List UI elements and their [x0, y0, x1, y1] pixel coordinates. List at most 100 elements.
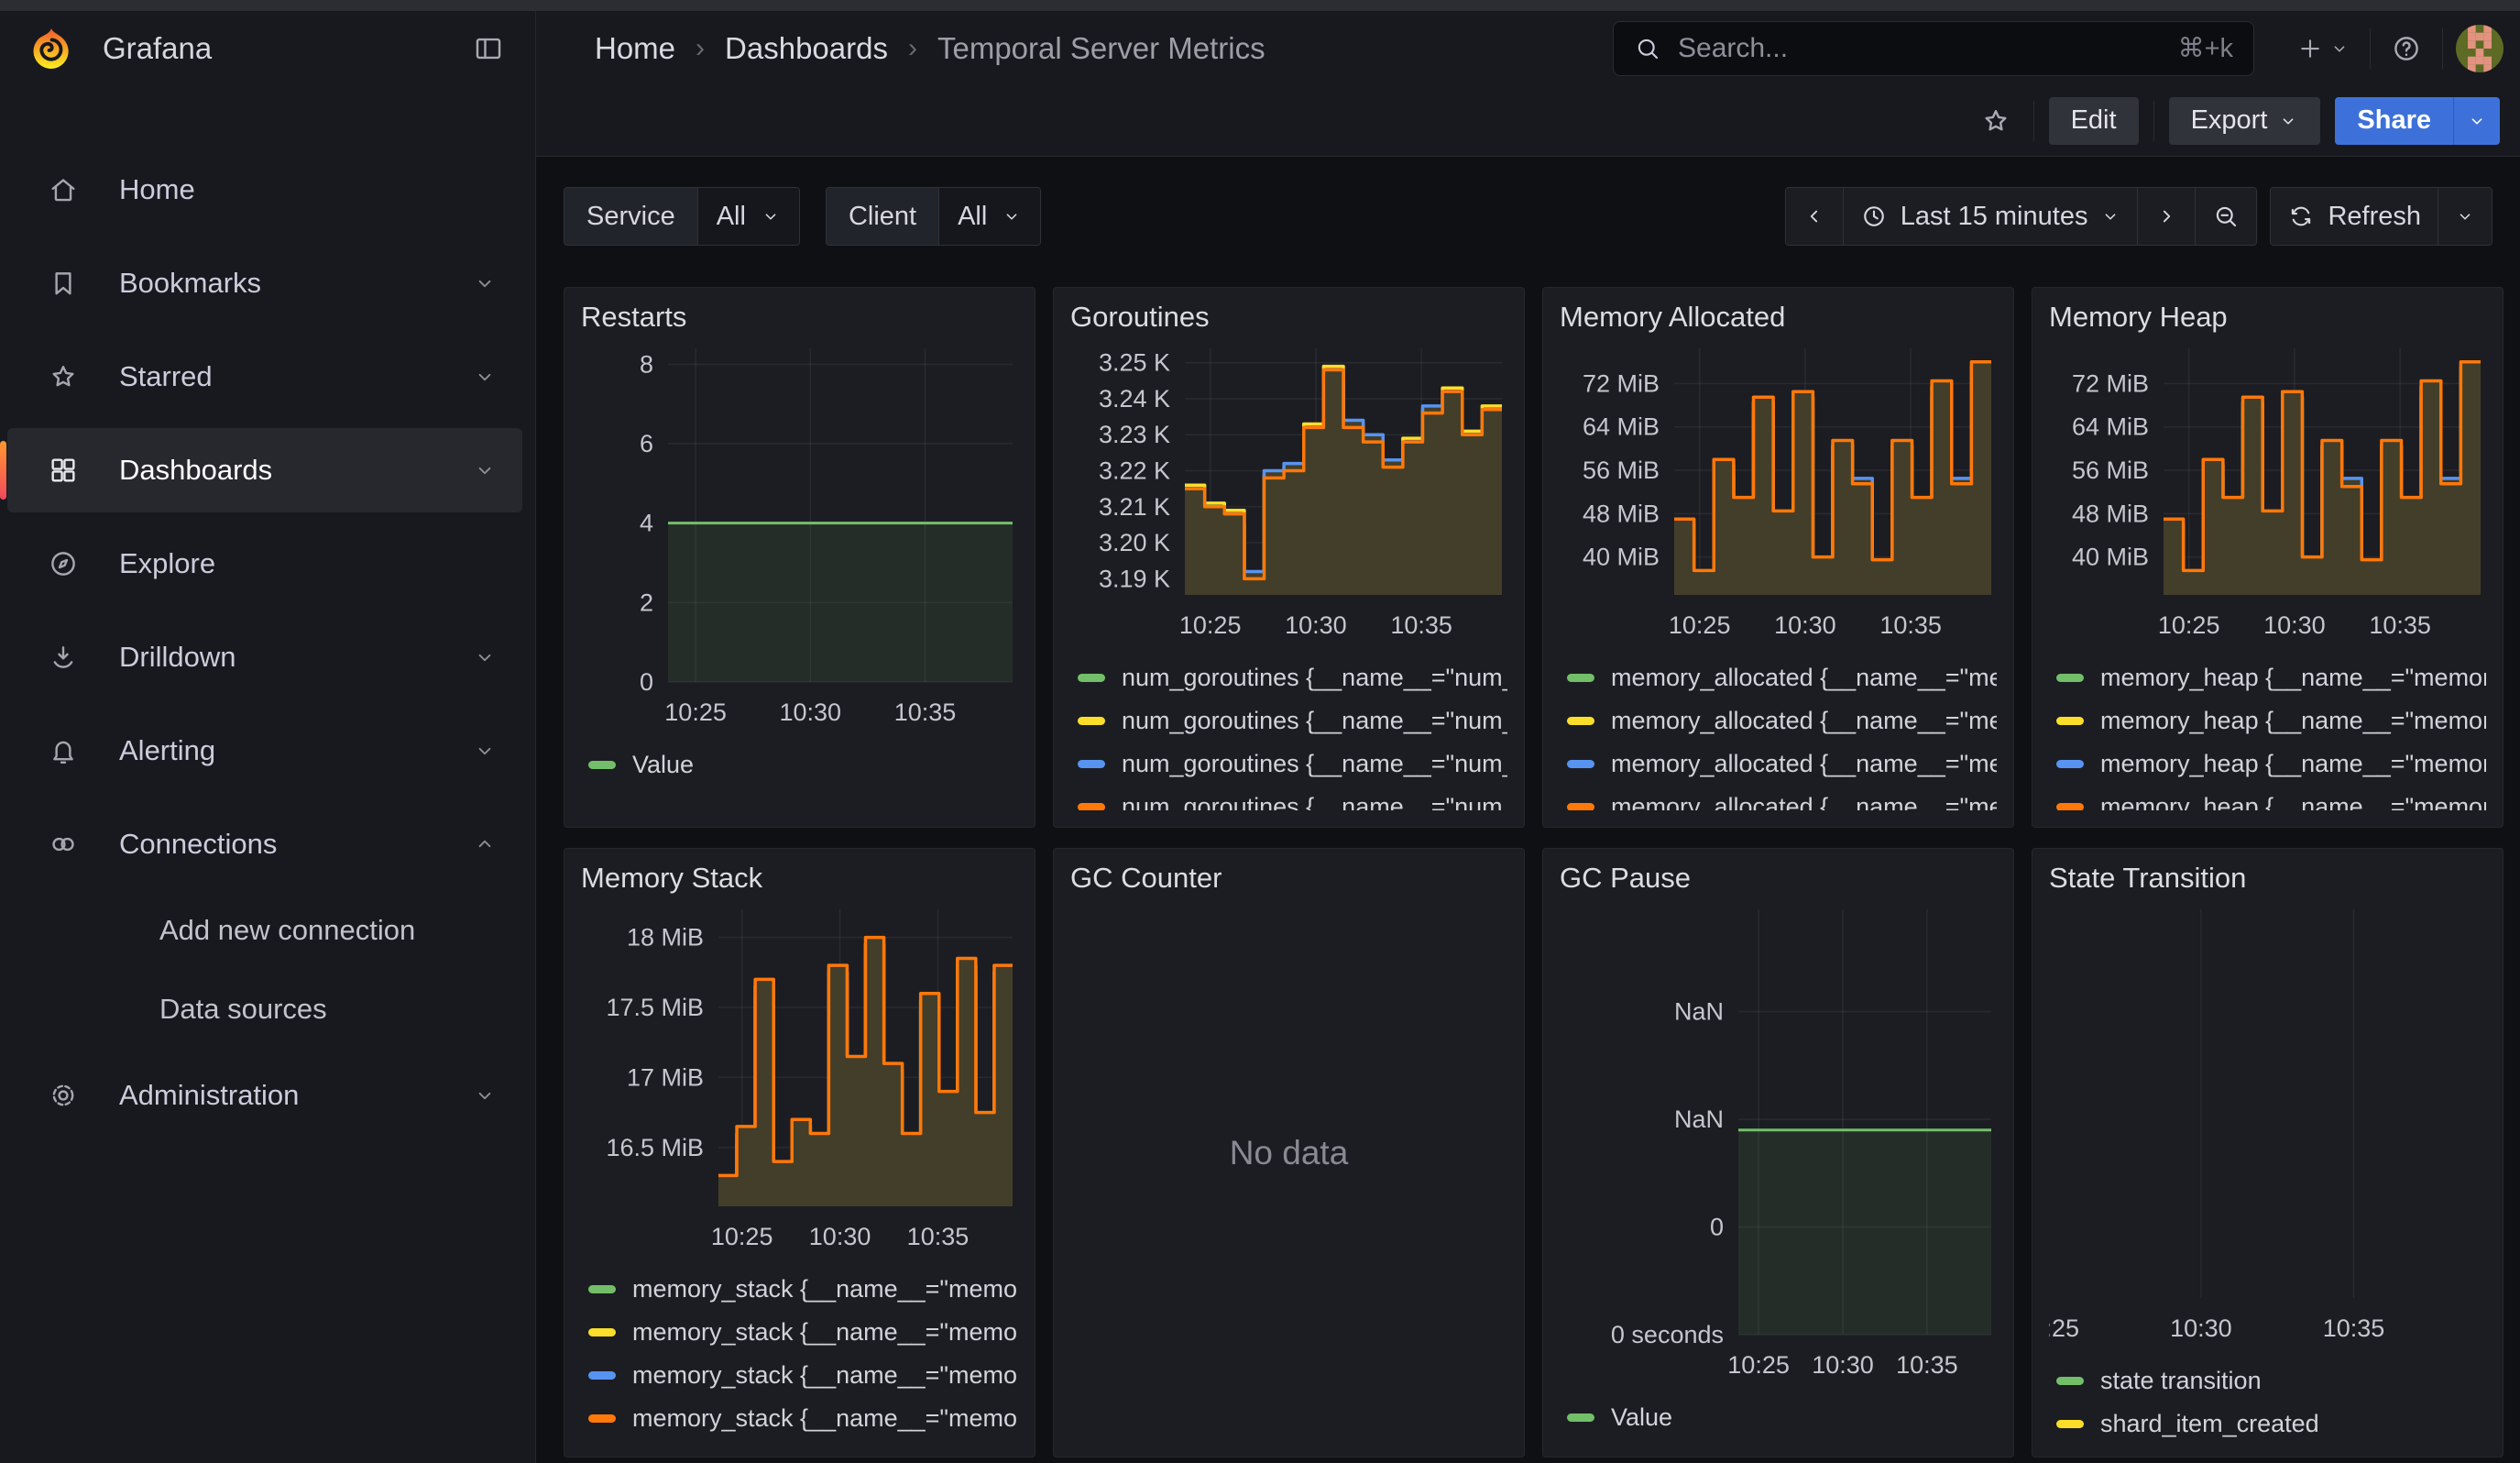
legend-color [1078, 803, 1105, 810]
time-picker-group: Last 15 minutes [1785, 187, 2258, 246]
edit-button[interactable]: Edit [2049, 97, 2139, 145]
legend-item[interactable]: memory_allocated {__name__="memo [1560, 742, 1997, 786]
sidebar-item-data-sources[interactable]: Data sources [7, 974, 522, 1044]
legend-item[interactable]: num_goroutines {__name__="num_go [1070, 786, 1507, 810]
legend-item[interactable]: memory_allocated {__name__="memo [1560, 699, 1997, 742]
zoom-out-time-button[interactable] [2196, 188, 2256, 245]
panel-title[interactable]: Goroutines [1070, 301, 1507, 334]
time-shift-forward-button[interactable] [2138, 188, 2196, 245]
legend-color [588, 1414, 616, 1423]
chart-memory-heap[interactable]: 40 MiB48 MiB56 MiB64 MiB72 MiB10:2510:30… [2049, 343, 2488, 646]
legend-item[interactable]: memory_heap {__name__="memory_h [2049, 699, 2486, 742]
legend-item[interactable]: memory_heap {__name__="memory_h [2049, 786, 2486, 810]
link-icon [48, 829, 79, 860]
chevron-up-icon [473, 832, 497, 856]
user-avatar[interactable] [2456, 25, 2504, 72]
template-variable-filters: ServiceAllClientAll [564, 187, 1041, 246]
chart-memory-allocated[interactable]: 40 MiB48 MiB56 MiB64 MiB72 MiB10:2510:30… [1560, 343, 1999, 646]
legend-label: memory_heap {__name__="memory_h [2100, 664, 2486, 692]
panel-title[interactable]: Memory Stack [581, 862, 1018, 895]
sidebar-item-explore[interactable]: Explore [7, 522, 522, 606]
svg-text:64 MiB: 64 MiB [1583, 413, 1660, 441]
svg-text:72 MiB: 72 MiB [1583, 369, 1660, 397]
favorite-star-button[interactable] [1973, 98, 2019, 144]
panel-title[interactable]: Memory Allocated [1560, 301, 1997, 334]
legend-item[interactable]: Value [581, 743, 1018, 786]
share-button[interactable]: Share [2335, 97, 2453, 145]
search-input[interactable] [1676, 32, 2164, 65]
sidebar-item-home[interactable]: Home [7, 148, 522, 232]
chart-gc-pause[interactable]: 0 seconds0NaNNaN10:2510:3010:35 [1560, 904, 1999, 1386]
chart-goroutines[interactable]: 3.19 K3.20 K3.21 K3.22 K3.23 K3.24 K3.25… [1070, 343, 1509, 646]
legend-item[interactable]: num_goroutines {__name__="num_go [1070, 742, 1507, 786]
panel-title[interactable]: GC Counter [1070, 862, 1507, 895]
sidebar-item-starred[interactable]: Starred [7, 335, 522, 419]
filter-value-dropdown[interactable]: All [938, 188, 1040, 245]
sidebar-item-connections[interactable]: Connections [7, 802, 522, 886]
sidebar-item-label: Starred [119, 360, 213, 393]
time-shift-back-button[interactable] [1786, 188, 1844, 245]
refresh-interval-button[interactable] [2438, 188, 2492, 245]
legend-item[interactable]: num_goroutines {__name__="num_go [1070, 656, 1507, 699]
legend-item[interactable]: memory_stack {__name__="memory_s [581, 1311, 1018, 1354]
legend-item[interactable]: memory_stack {__name__="memory_s [581, 1397, 1018, 1440]
panel-title[interactable]: Restarts [581, 301, 1018, 334]
svg-text:10:30: 10:30 [2170, 1314, 2232, 1342]
svg-text:NaN: NaN [1674, 1106, 1724, 1133]
grafana-logo-icon[interactable] [27, 25, 75, 72]
filter-value-dropdown[interactable]: All [697, 188, 799, 245]
sidebar-item-label: Dashboards [119, 454, 272, 487]
cog-icon [48, 1080, 79, 1111]
add-new-button[interactable] [2289, 28, 2357, 70]
legend-item[interactable]: memory_allocated {__name__="memo [1560, 656, 1997, 699]
chevron-down-icon [1002, 206, 1022, 226]
sidebar-item-drilldown[interactable]: Drilldown [7, 615, 522, 699]
legend-item[interactable]: memory_stack {__name__="memory_s [581, 1268, 1018, 1311]
sidebar-item-add-new-connection[interactable]: Add new connection [7, 896, 522, 965]
dock-panel-icon [473, 33, 504, 64]
search-box[interactable]: ⌘+k [1613, 21, 2254, 76]
chart-memory-stack[interactable]: 16.5 MiB17 MiB17.5 MiB18 MiB10:2510:3010… [581, 904, 1020, 1258]
zoom-out-icon [2212, 203, 2240, 230]
legend-item[interactable]: shard_item_created [2049, 1402, 2486, 1446]
legend-item[interactable]: memory_heap {__name__="memory_h [2049, 656, 2486, 699]
refresh-button[interactable]: Refresh [2271, 188, 2438, 245]
bookmark-icon [48, 268, 79, 299]
legend-item[interactable]: memory_allocated {__name__="memo [1560, 786, 1997, 810]
share-menu-button[interactable] [2453, 97, 2500, 145]
help-button[interactable] [2383, 26, 2429, 72]
legend-color [1567, 1414, 1594, 1422]
legend-item[interactable]: num_goroutines {__name__="num_go [1070, 699, 1507, 742]
sidebar-item-dashboards[interactable]: Dashboards [7, 428, 522, 512]
clock-icon [1860, 203, 1888, 230]
no-data-message: No data [1054, 1134, 1524, 1172]
legend-color [1078, 717, 1105, 725]
panel-title[interactable]: Memory Heap [2049, 301, 2486, 334]
svg-text:10:25: 10:25 [2158, 611, 2220, 639]
export-button[interactable]: Export [2169, 97, 2321, 145]
time-range-picker[interactable]: Last 15 minutes [1844, 188, 2139, 245]
legend-item[interactable]: state transition [2049, 1359, 2486, 1402]
header-brand-section: Grafana [0, 11, 536, 85]
svg-text:10:35: 10:35 [2323, 1314, 2385, 1342]
chart-state-transition[interactable]: 10:2510:3010:35 [2049, 904, 2488, 1349]
chart-restarts[interactable]: 0246810:2510:3010:35 [581, 343, 1020, 733]
panel-title[interactable]: GC Pause [1560, 862, 1997, 895]
breadcrumb-dashboards[interactable]: Dashboards [725, 31, 888, 66]
breadcrumb-home[interactable]: Home [595, 31, 675, 66]
legend: memory_stack {__name__="memory_smemory_s… [581, 1268, 1018, 1440]
legend-item[interactable]: memory_heap {__name__="memory_h [2049, 742, 2486, 786]
legend-item[interactable]: memory_stack {__name__="memory_s [581, 1354, 1018, 1397]
panel-title[interactable]: State Transition [2049, 862, 2486, 895]
svg-text:4: 4 [640, 510, 653, 537]
sidebar-item-label: Add new connection [159, 914, 415, 947]
sidebar-item-administration[interactable]: Administration [7, 1053, 522, 1138]
sidebar-toggle-button[interactable] [466, 26, 511, 72]
panel-state-transition: State Transition10:2510:3010:35state tra… [2032, 848, 2504, 1458]
chevron-down-icon [2467, 111, 2487, 131]
legend-item[interactable]: Value [1560, 1396, 1997, 1439]
legend-label: num_goroutines {__name__="num_go [1122, 750, 1507, 778]
sidebar-item-alerting[interactable]: Alerting [7, 709, 522, 793]
sidebar-item-bookmarks[interactable]: Bookmarks [7, 241, 522, 325]
svg-text:3.21 K: 3.21 K [1099, 493, 1170, 521]
